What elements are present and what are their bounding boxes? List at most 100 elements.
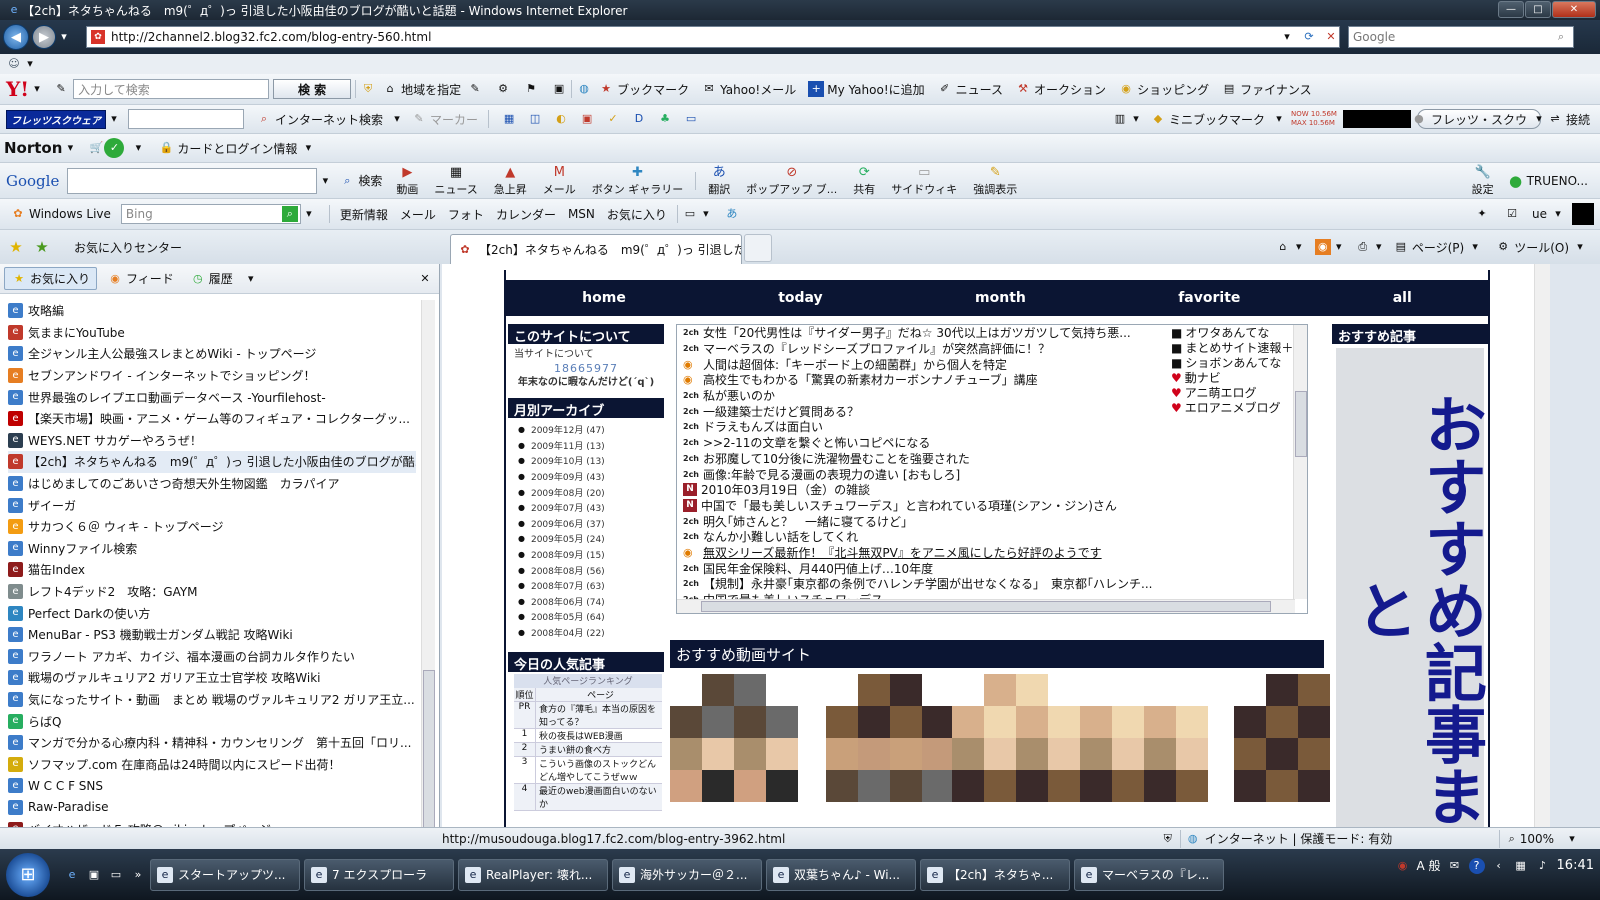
live-link-favorites[interactable]: お気に入り [601,206,673,223]
favorite-item[interactable]: e ソフマップ.com 在庫商品は24時間以内にスピード出荷！ [8,753,416,775]
ie-quicklaunch-icon[interactable]: e [64,867,80,883]
favorite-item[interactable]: e 猫缶Index [8,559,416,581]
recommend-banner[interactable]: おすすめ記事まと [1336,348,1487,827]
tool-icon[interactable]: ✓ [605,111,621,127]
tool-icon[interactable]: ◫ [527,111,543,127]
live-link-calendar[interactable]: カレンダー [490,206,562,223]
taskbar-button[interactable]: e 【2ch】ネタちゃ... [920,858,1070,891]
flets-search-button[interactable]: ⌕ インターネット検索 [250,111,389,128]
ranking-row[interactable]: 4 最近のweb漫画面白いのないか [514,784,662,812]
feed-item[interactable]: N 中国で「最も美しいスチュワーデス」と言われている項瑾(シアン・ジン)さん [677,498,1307,514]
favorite-item[interactable]: e 攻略編 [8,300,416,322]
archive-item[interactable]: 2009年12月 (47) [508,422,664,438]
sidebar-scrollbar[interactable] [421,300,435,840]
archive-item[interactable]: 2008年07月 (63) [508,578,664,594]
feed-item[interactable]: 2ch 【規制】永井豪｢東京都の条例でハレンチ学園が出せなくなる｣ 東京都｢ハレン… [677,576,1307,592]
favorites-center-button[interactable]: お気に入りセンター [68,239,188,256]
feed-item[interactable]: 2ch なんか小難しい話をしてくれ [677,529,1307,545]
address-bar[interactable]: ✿ http://2channel2.blog32.fc2.com/blog-e… [86,26,1340,48]
live-link-msn[interactable]: MSN [562,207,601,221]
tool-icon[interactable]: ◐ [553,111,569,127]
chevron-down-icon[interactable]: ▾ [106,111,122,127]
google-tool-video[interactable]: ▶ 動画 [388,165,426,197]
chevron-down-icon[interactable]: ▾ [62,140,78,156]
video-thumbnails[interactable] [670,674,1330,827]
tool-icon[interactable]: D [631,111,647,127]
taskbar-button[interactable]: e 海外サッカー＠２... [612,858,762,891]
card-login-button[interactable]: 🔒 カードとログイン情報 ▾ [152,140,322,157]
yahoo-item-bookmark[interactable]: ★ ブックマーク [592,81,695,98]
minimize-icon[interactable]: — [1498,1,1524,18]
print-icon[interactable]: ⎙ [1355,239,1371,255]
chevron-down-icon[interactable]: ▾ [1271,111,1287,127]
tool-icon[interactable]: ▦ [501,111,517,127]
tools-menu[interactable]: ⚙ ツール(O) ▾ [1489,239,1594,256]
maximize-icon[interactable]: □ [1525,1,1551,18]
chevron-down-icon[interactable]: ▾ [1371,239,1387,255]
ime-indicator[interactable]: A 般 [1417,857,1441,874]
forward-button[interactable]: ▶ [32,25,56,49]
ranking-row[interactable]: PR 食方の『薄毛』本当の原因を知ってる？ [514,702,662,730]
star-icon[interactable]: ✦ [1474,206,1490,222]
check-icon[interactable]: ☑ [1504,206,1520,222]
yahoo-item-news[interactable]: ✐ ニュース [931,81,1009,98]
globe-icon[interactable]: ◍ [576,81,592,97]
link-item[interactable]: ■ オワタあんてな [1171,325,1301,341]
yahoo-logo[interactable]: Y! [6,77,29,101]
network-icon[interactable]: ▦ [1513,858,1529,874]
feed-item[interactable]: N 2010年03月19日（金）の雑談 [677,482,1307,498]
yahoo-item-mail[interactable]: ✉ Yahoo!メール [695,81,802,98]
chevron-left-icon[interactable]: ‹ [1491,858,1507,874]
google-tool-mail[interactable]: M メール [535,165,584,197]
sidebar-tab-favorites[interactable]: ★ お気に入り [4,267,98,290]
chevron-down-icon[interactable]: ▾ [29,81,45,97]
add-favorite-icon[interactable]: ★ [34,239,50,255]
favorites-star-icon[interactable]: ★ [8,239,24,255]
stop-icon[interactable]: ✕ [1323,29,1339,45]
sidebar-tab-history[interactable]: ◷ 履歴 [184,268,239,289]
flets-search-input[interactable] [128,109,244,129]
taskbar-button[interactable]: e マーベラスの『レ... [1074,858,1224,891]
back-button[interactable]: ◀ [3,24,29,50]
volume-icon[interactable]: ♪ [1535,858,1551,874]
yahoo-item-region[interactable]: ⌂ 地域を指定 [376,81,467,98]
page-scrollbar[interactable] [1534,264,1550,827]
layout-icon[interactable]: ▥ [1112,111,1128,127]
favorite-item[interactable]: e はじめましてのごあいさつ奇想天外生物図鑑 カラパイア [8,473,416,495]
feed-item[interactable]: 2ch お邪魔して10分後に洗濯物畳むことを強要された [677,451,1307,467]
favorite-item[interactable]: e ザイーガ [8,494,416,516]
live-link-mail[interactable]: メール [394,206,442,223]
taskbar-button[interactable]: e RealPlayer: 壊れ... [458,858,608,891]
desktop-quicklaunch-icon[interactable]: ▭ [108,867,124,883]
favorite-item[interactable]: e Raw-Paradise [8,797,416,819]
taskbar-button[interactable]: e 7 エクスプローラ [304,858,454,891]
archive-item[interactable]: 2008年04月 (22) [508,625,664,641]
search-icon[interactable]: ⌕ [1553,29,1569,45]
close-icon[interactable]: ✕ [417,271,433,287]
zoom-level[interactable]: 100% [1520,832,1554,846]
new-tab-button[interactable] [744,234,772,262]
live-link-updates[interactable]: 更新情報 [334,206,394,223]
feed-item[interactable]: 2ch 画像:年齢で見る漫画の表現力の違い [おもしろ] [677,466,1307,482]
ranking-row[interactable]: 1 秋の夜長はWEB漫画 [514,729,662,744]
about-link[interactable]: 当サイトについて [514,348,658,362]
favorite-item[interactable]: e 戦場のヴァルキュリア2 ガリア王立士官学校 攻略Wiki [8,667,416,689]
chevron-down-icon[interactable]: ▾ [22,56,38,72]
translate-icon[interactable]: あ [724,206,740,222]
sidebar-tab-feeds[interactable]: ◉ フィード [101,268,180,289]
google-tool-translate[interactable]: あ翻訳 [700,165,738,197]
chevron-down-icon[interactable]: ▾ [1128,111,1144,127]
archive-item[interactable]: 2008年09月 (15) [508,547,664,563]
link-item[interactable]: ■ まとめサイト速報＋ [1171,340,1301,356]
chevron-down-icon[interactable]: ▾ [1564,831,1580,847]
google-tool-popup[interactable]: ⊘ ポップアップ ブ... [738,165,845,197]
feed-scrollbar[interactable] [1293,325,1307,599]
feed-item[interactable]: 2ch >>2-11の文章を繋ぐと怖いコピペになる [677,435,1307,451]
blog-nav-all[interactable]: all [1393,290,1412,306]
chevron-down-icon[interactable]: ▾ [1279,29,1295,45]
page-menu[interactable]: ▤ ページ(P) ▾ [1387,239,1489,256]
link-item[interactable]: ♥ 動ナビ [1171,370,1301,386]
archive-item[interactable]: 2008年05月 (64) [508,609,664,625]
favorite-item[interactable]: e ワラノート アカギ、カイジ、福本漫画の台詞カルタ作りたい [8,646,416,668]
ranking-row[interactable]: 2 うまい餅の食べ方 [514,743,662,758]
